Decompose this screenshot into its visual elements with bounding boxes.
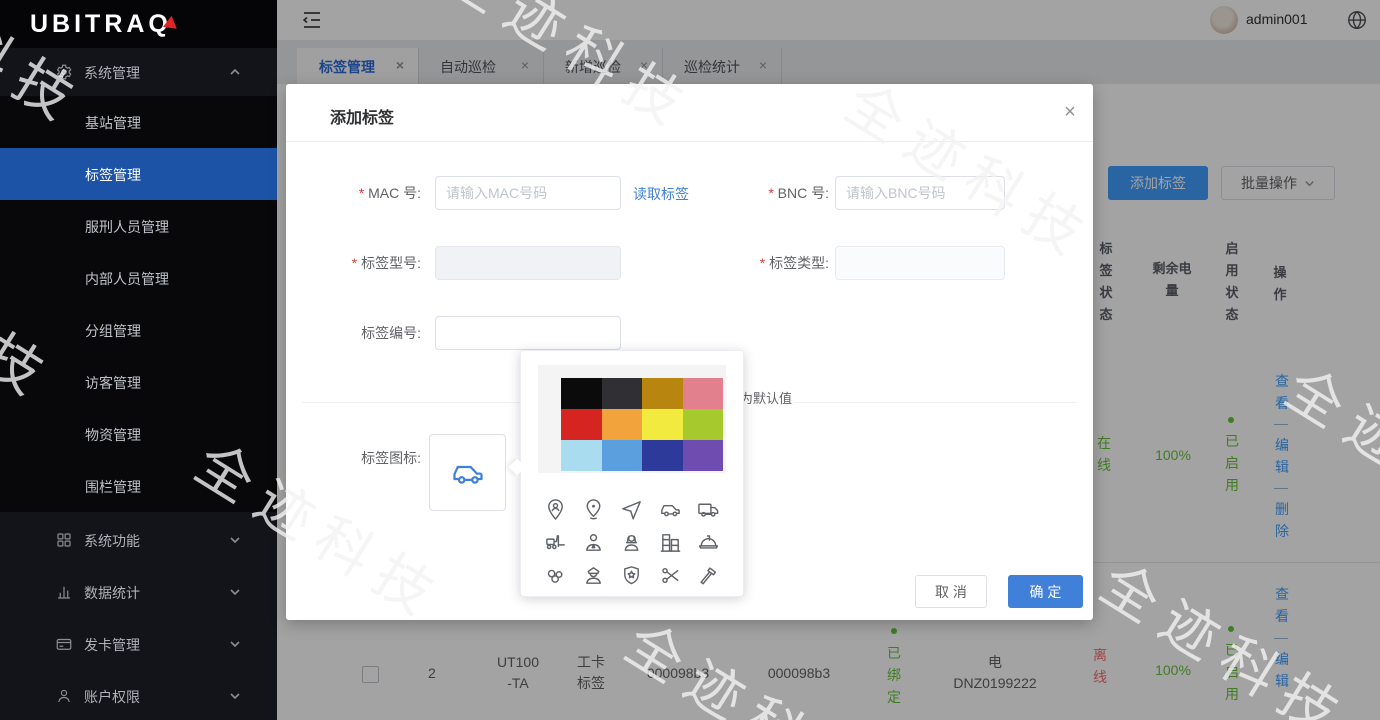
color-swatch[interactable] — [561, 409, 602, 440]
color-swatch[interactable] — [602, 378, 643, 409]
stones-icon[interactable] — [536, 559, 574, 592]
color-swatch[interactable] — [683, 440, 724, 471]
dialog-header-divider — [286, 141, 1093, 142]
logo-area: UBITRAQ — [0, 0, 277, 48]
bar-chart-icon — [55, 583, 73, 601]
tag-icon-label: 标签图标: — [321, 448, 421, 468]
card-icon — [55, 635, 73, 653]
grid-icon — [55, 531, 73, 549]
sidebar: UBITRAQ 系统管理 基站管理 标签管理 服刑人员管理 内部人员管理 分组管… — [0, 0, 277, 720]
color-swatch[interactable] — [683, 409, 724, 440]
tag-model-input[interactable] — [435, 246, 621, 280]
woman-icon[interactable] — [613, 526, 651, 559]
tag-code-input[interactable] — [435, 316, 621, 350]
user-icon — [55, 687, 73, 705]
color-swatch[interactable] — [642, 409, 683, 440]
sidebar-item-internal-staff[interactable]: 内部人员管理 — [0, 252, 277, 304]
app-logo: UBITRAQ — [30, 10, 178, 39]
color-swatch[interactable] — [642, 378, 683, 409]
chevron-down-icon — [229, 690, 241, 702]
forklift-icon[interactable] — [536, 526, 574, 559]
chevron-up-icon — [229, 66, 241, 78]
sidebar-item-data-statistics[interactable]: 数据统计 — [0, 568, 277, 616]
gear-icon — [55, 63, 73, 81]
color-palette — [538, 365, 726, 473]
close-icon[interactable]: × — [1060, 102, 1080, 122]
shelf-icon[interactable] — [651, 526, 689, 559]
sidebar-item-label: 系统管理 — [84, 63, 140, 83]
color-swatch[interactable] — [602, 440, 643, 471]
logo-text: UBITRAQ — [30, 10, 172, 38]
truck-icon[interactable] — [690, 493, 728, 526]
hammer-icon[interactable] — [690, 559, 728, 592]
car-icon[interactable] — [651, 493, 689, 526]
mac-label: MAC 号: — [315, 183, 421, 203]
man-icon[interactable] — [574, 526, 612, 559]
color-swatch[interactable] — [561, 440, 602, 471]
sidebar-item-fence-management[interactable]: 围栏管理 — [0, 460, 277, 512]
dialog-title: 添加标签 — [330, 104, 394, 128]
chevron-down-icon — [229, 638, 241, 650]
sidebar-submenu: 基站管理 标签管理 服刑人员管理 内部人员管理 分组管理 访客管理 物资管理 围… — [0, 96, 277, 512]
confirm-button[interactable]: 确 定 — [1008, 575, 1083, 608]
default-value-hint: 为默认值 — [738, 388, 794, 407]
app-window: UBITRAQ 系统管理 基站管理 标签管理 服刑人员管理 内部人员管理 分组管… — [0, 0, 1380, 720]
sidebar-item-inmate-management[interactable]: 服刑人员管理 — [0, 200, 277, 252]
color-swatch[interactable] — [642, 440, 683, 471]
person-pin-icon[interactable] — [536, 493, 574, 526]
icon-color-picker-popover — [520, 350, 744, 597]
chevron-down-icon — [229, 586, 241, 598]
chevron-down-icon — [229, 534, 241, 546]
cancel-button[interactable]: 取 消 — [915, 575, 987, 608]
bnc-label: BNC 号: — [731, 183, 829, 203]
sidebar-item-base-station[interactable]: 基站管理 — [0, 96, 277, 148]
location-pin-icon[interactable] — [574, 493, 612, 526]
tag-model-label: 标签型号: — [315, 253, 421, 273]
sidebar-item-tag-management[interactable]: 标签管理 — [0, 148, 277, 200]
bnc-input[interactable] — [835, 176, 1005, 210]
sidebar-item-system-functions[interactable]: 系统功能 — [0, 516, 277, 564]
color-swatch[interactable] — [683, 378, 724, 409]
tag-type-input[interactable] — [835, 246, 1005, 280]
hard-hat-icon[interactable] — [690, 526, 728, 559]
icon-grid — [536, 493, 728, 592]
badge-icon[interactable] — [613, 559, 651, 592]
read-tag-link[interactable]: 读取标签 — [633, 184, 689, 204]
sidebar-item-card-issuing[interactable]: 发卡管理 — [0, 620, 277, 668]
sidebar-item-visitor-management[interactable]: 访客管理 — [0, 356, 277, 408]
sidebar-item-group-management[interactable]: 分组管理 — [0, 304, 277, 356]
sidebar-item-account-permissions[interactable]: 账户权限 — [0, 672, 277, 720]
navigation-icon[interactable] — [613, 493, 651, 526]
sidebar-item-system-management[interactable]: 系统管理 — [0, 48, 277, 96]
mac-input[interactable] — [435, 176, 621, 210]
officer-icon[interactable] — [574, 559, 612, 592]
scissors-icon[interactable] — [651, 559, 689, 592]
tag-type-label: 标签类型: — [731, 253, 829, 273]
tag-icon-button[interactable] — [429, 434, 506, 511]
sidebar-item-asset-management[interactable]: 物资管理 — [0, 408, 277, 460]
car-icon — [450, 455, 486, 491]
color-swatch[interactable] — [561, 378, 602, 409]
color-swatch[interactable] — [602, 409, 643, 440]
tag-code-label: 标签编号: — [315, 323, 421, 343]
